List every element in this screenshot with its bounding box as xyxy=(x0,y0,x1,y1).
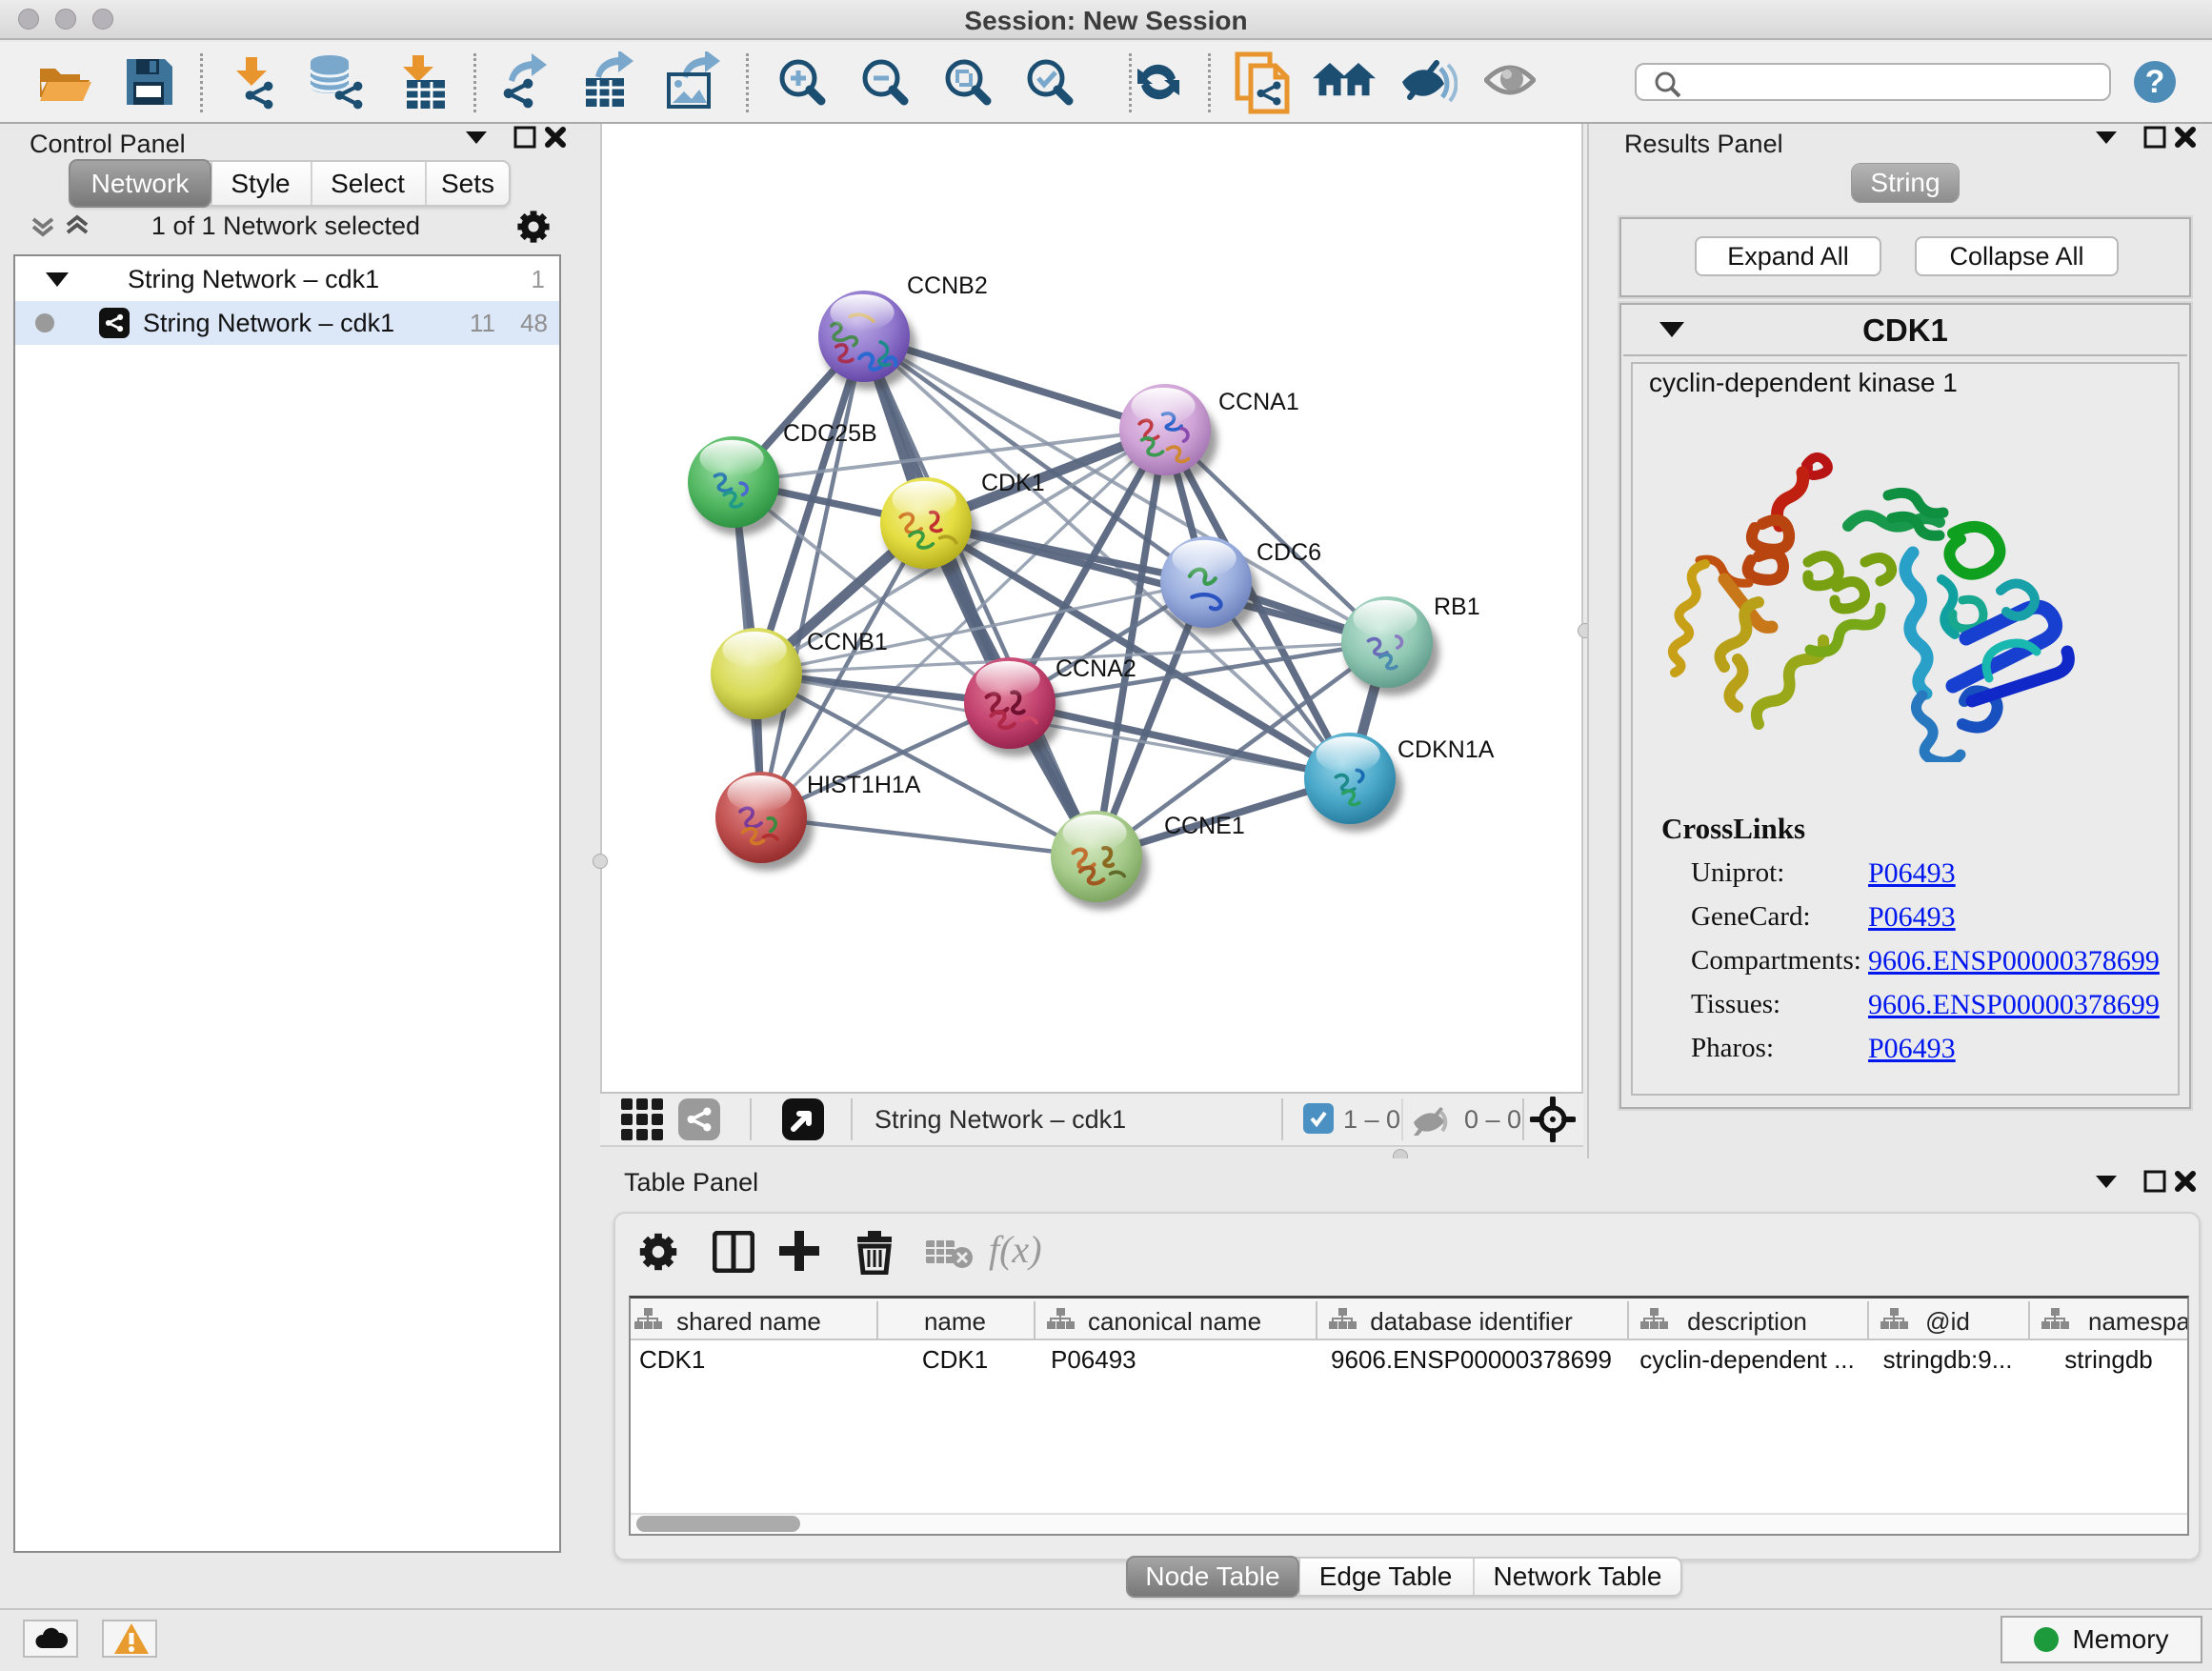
svg-text:CDKN1A: CDKN1A xyxy=(1398,736,1495,763)
svg-text:CDC25B: CDC25B xyxy=(783,420,877,447)
svg-text:CCNB2: CCNB2 xyxy=(907,272,988,299)
svg-text:CCNA1: CCNA1 xyxy=(1218,389,1299,415)
svg-text:CDC6: CDC6 xyxy=(1257,539,1321,566)
svg-text:CCNA2: CCNA2 xyxy=(1056,655,1136,682)
svg-text:CCNE1: CCNE1 xyxy=(1164,813,1245,839)
svg-text:CDK1: CDK1 xyxy=(981,470,1045,496)
svg-text:RB1: RB1 xyxy=(1434,594,1480,620)
svg-text:HIST1H1A: HIST1H1A xyxy=(807,772,921,798)
svg-text:CCNB1: CCNB1 xyxy=(807,629,888,655)
